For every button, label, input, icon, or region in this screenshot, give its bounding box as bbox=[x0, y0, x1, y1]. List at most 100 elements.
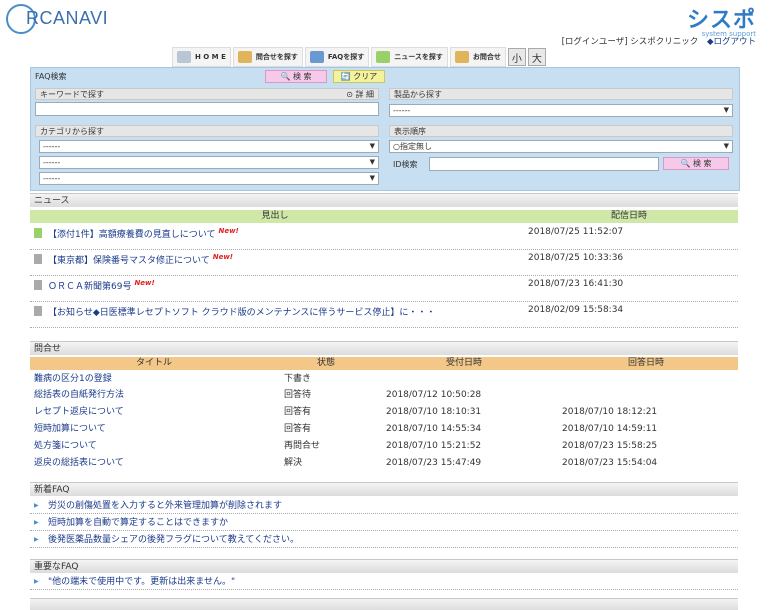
inquiry-received: 2018/07/10 15:21:52 bbox=[386, 441, 482, 451]
inquiry-status: 回答待 bbox=[284, 390, 312, 400]
new-badge: New! bbox=[218, 227, 239, 235]
faq-icon bbox=[309, 51, 324, 63]
faq-search-title: FAQ検索 bbox=[35, 72, 67, 81]
inquiry-row[interactable]: 難病の区分1の登録 下書き bbox=[30, 372, 738, 386]
news-title[interactable]: ＯＲＣＡ新聞第69号 New! bbox=[48, 279, 155, 292]
id-search-button[interactable]: 🔍 検 索 bbox=[663, 157, 729, 170]
nav-find-contact-label: 問合せを探す bbox=[255, 53, 298, 61]
important-faq-title[interactable]: "他の端末で使用中です。更新は出来ません。" bbox=[48, 574, 235, 590]
inquiry-title[interactable]: 返戻の総括表について bbox=[34, 456, 124, 470]
order-select[interactable]: ○指定無し ▼ bbox=[389, 140, 733, 153]
inquiry-title[interactable]: 総括表の自紙発行方法 bbox=[34, 388, 124, 402]
document-icon bbox=[34, 228, 42, 238]
nav-find-contact[interactable]: 問合せを探す bbox=[232, 47, 303, 67]
inquiry-row[interactable]: 総括表の自紙発行方法 回答待 2018/07/12 10:50:28 bbox=[30, 388, 738, 402]
category-select-2[interactable]: ------ ▼ bbox=[39, 156, 379, 169]
inquiry-col-received: 受付日時 bbox=[445, 358, 482, 368]
new-faq-section-header: 新着FAQ bbox=[30, 482, 738, 496]
inquiry-received: 2018/07/12 10:50:28 bbox=[386, 390, 482, 400]
product-select[interactable]: ------ ▼ bbox=[389, 104, 733, 117]
folder-icon bbox=[237, 51, 252, 63]
faq-search-button[interactable]: 🔍 検 索 bbox=[265, 70, 327, 83]
keyword-label: キーワードで探す bbox=[40, 90, 104, 99]
inquiry-title[interactable]: 短時加算について bbox=[34, 422, 106, 436]
inquiry-col-answered: 回答日時 bbox=[627, 358, 664, 368]
news-title[interactable]: 【添付1件】高額療養費の見直しについて New! bbox=[48, 227, 239, 240]
id-search-label: ID検索 bbox=[393, 160, 418, 169]
inquiry-status: 回答有 bbox=[284, 424, 312, 434]
inquiry-row[interactable]: レセプト返戻について 回答有 2018/07/10 18:10:31 2018/… bbox=[30, 405, 738, 419]
faq-row[interactable]: ▶ 労災の創傷処置を入力すると外来管理加算が削除されます bbox=[30, 498, 738, 514]
keyword-input[interactable] bbox=[35, 102, 379, 116]
bullet-triangle-icon: ▶ bbox=[34, 578, 39, 585]
news-date: 2018/02/09 15:58:34 bbox=[528, 305, 624, 315]
nav-find-news-label: ニュースを探す bbox=[394, 53, 443, 61]
faq-row[interactable]: ▶ 短時加算を自動で算定することはできますか bbox=[30, 515, 738, 531]
sispo-brand: シスポ system support bbox=[687, 2, 756, 38]
news-row[interactable]: 【東京都】保険番号マスタ修正について New! 2018/07/25 10:33:… bbox=[30, 252, 738, 276]
nav-contact-label: お問合せ bbox=[472, 53, 501, 61]
logout-link[interactable]: ◆ログアウト bbox=[707, 37, 756, 47]
news-icon bbox=[376, 51, 391, 63]
id-search-input[interactable] bbox=[429, 157, 659, 171]
nav-home[interactable]: H O M E bbox=[172, 47, 231, 67]
bullet-triangle-icon: ▶ bbox=[34, 502, 39, 509]
important-faq-row[interactable]: ▶ "他の端末で使用中です。更新は出来ません。" bbox=[30, 574, 738, 590]
inquiry-title[interactable]: レセプト返戻について bbox=[34, 405, 124, 419]
news-title-text: 【添付1件】高額療養費の見直しについて bbox=[48, 230, 216, 240]
important-faq-section-header: 重要なFAQ bbox=[30, 559, 738, 573]
inquiry-title[interactable]: 処方箋について bbox=[34, 439, 97, 453]
detail-toggle[interactable]: ⊙ 詳 細 bbox=[346, 89, 374, 101]
nav-contact[interactable]: お問合せ bbox=[449, 47, 506, 67]
inquiry-row[interactable]: 処方箋について 再問合せ 2018/07/10 15:21:52 2018/07… bbox=[30, 439, 738, 453]
orcanavi-logo[interactable]: RCANAVI bbox=[6, 4, 116, 34]
inquiry-answered: 2018/07/10 14:59:11 bbox=[562, 424, 658, 434]
faq-row[interactable]: ▶ 後発医薬品数量シェアの後発フラグについて教えてください。 bbox=[30, 532, 738, 548]
faq-clear-button[interactable]: 🔄 クリア bbox=[333, 70, 385, 83]
font-small-button[interactable]: 小 bbox=[507, 48, 526, 66]
login-user-label: [ログインユーザ] シスポクリニック bbox=[561, 37, 699, 47]
product-bar: 製品から探す bbox=[389, 88, 733, 100]
inquiry-status: 下書き bbox=[284, 374, 312, 384]
category-select-1-value: ------ bbox=[43, 142, 61, 151]
nav-find-news[interactable]: ニュースを探す bbox=[371, 47, 448, 67]
category-select-1[interactable]: ------ ▼ bbox=[39, 140, 379, 153]
product-select-value: ------ bbox=[393, 106, 411, 115]
inquiry-status: 解決 bbox=[284, 458, 303, 468]
chevron-down-icon: ▼ bbox=[723, 106, 729, 114]
news-row[interactable]: ＯＲＣＡ新聞第69号 New! 2018/07/23 16:41:30 bbox=[30, 278, 738, 302]
category-bar: カテゴリから探す bbox=[35, 125, 379, 137]
news-title[interactable]: 【お知らせ◆日医標準レセプトソフト クラウド版のメンテナンスに伴うサービス停止】… bbox=[48, 305, 435, 318]
inquiry-row[interactable]: 返戻の総括表について 解決 2018/07/23 15:47:49 2018/0… bbox=[30, 456, 738, 470]
inquiry-status: 回答有 bbox=[284, 407, 312, 417]
nav-find-faq[interactable]: FAQを探す bbox=[304, 47, 370, 67]
inquiry-row[interactable]: 短時加算について 回答有 2018/07/10 14:55:34 2018/07… bbox=[30, 422, 738, 436]
document-icon bbox=[34, 280, 42, 290]
inquiry-col-status: 状態 bbox=[316, 358, 335, 368]
chevron-down-icon: ▼ bbox=[369, 158, 375, 166]
inquiry-title[interactable]: 難病の区分1の登録 bbox=[34, 372, 112, 386]
order-select-value: ○指定無し bbox=[393, 142, 432, 151]
chevron-down-icon: ▼ bbox=[723, 142, 729, 150]
inquiry-status: 再問合せ bbox=[284, 441, 321, 451]
home-icon bbox=[177, 51, 191, 63]
document-icon bbox=[34, 254, 42, 264]
font-large-button[interactable]: 大 bbox=[527, 48, 546, 66]
news-row[interactable]: 【お知らせ◆日医標準レセプトソフト クラウド版のメンテナンスに伴うサービス停止】… bbox=[30, 304, 738, 328]
bullet-triangle-icon: ▶ bbox=[34, 519, 39, 526]
category-select-3-value: ------ bbox=[43, 174, 61, 183]
next-section-header bbox=[30, 598, 738, 610]
news-title[interactable]: 【東京都】保険番号マスタ修正について New! bbox=[48, 253, 233, 266]
category-select-3[interactable]: ------ ▼ bbox=[39, 172, 379, 185]
chevron-down-icon: ▼ bbox=[369, 174, 375, 182]
news-section-header: ニュース bbox=[30, 193, 738, 207]
inquiry-received: 2018/07/10 18:10:31 bbox=[386, 407, 482, 417]
faq-title[interactable]: 労災の創傷処置を入力すると外来管理加算が削除されます bbox=[48, 498, 282, 514]
faq-title[interactable]: 短時加算を自動で算定することはできますか bbox=[48, 515, 228, 531]
inquiry-answered: 2018/07/23 15:58:25 bbox=[562, 441, 658, 451]
inquiry-answered: 2018/07/10 18:12:21 bbox=[562, 407, 658, 417]
document-icon bbox=[34, 306, 42, 316]
faq-title[interactable]: 後発医薬品数量シェアの後発フラグについて教えてください。 bbox=[48, 532, 299, 548]
news-row[interactable]: 【添付1件】高額療養費の見直しについて New! 2018/07/25 11:52… bbox=[30, 226, 738, 250]
faq-search-panel: FAQ検索 🔍 検 索 🔄 クリア キーワードで探す ⊙ 詳 細 製品から探す … bbox=[30, 67, 740, 191]
